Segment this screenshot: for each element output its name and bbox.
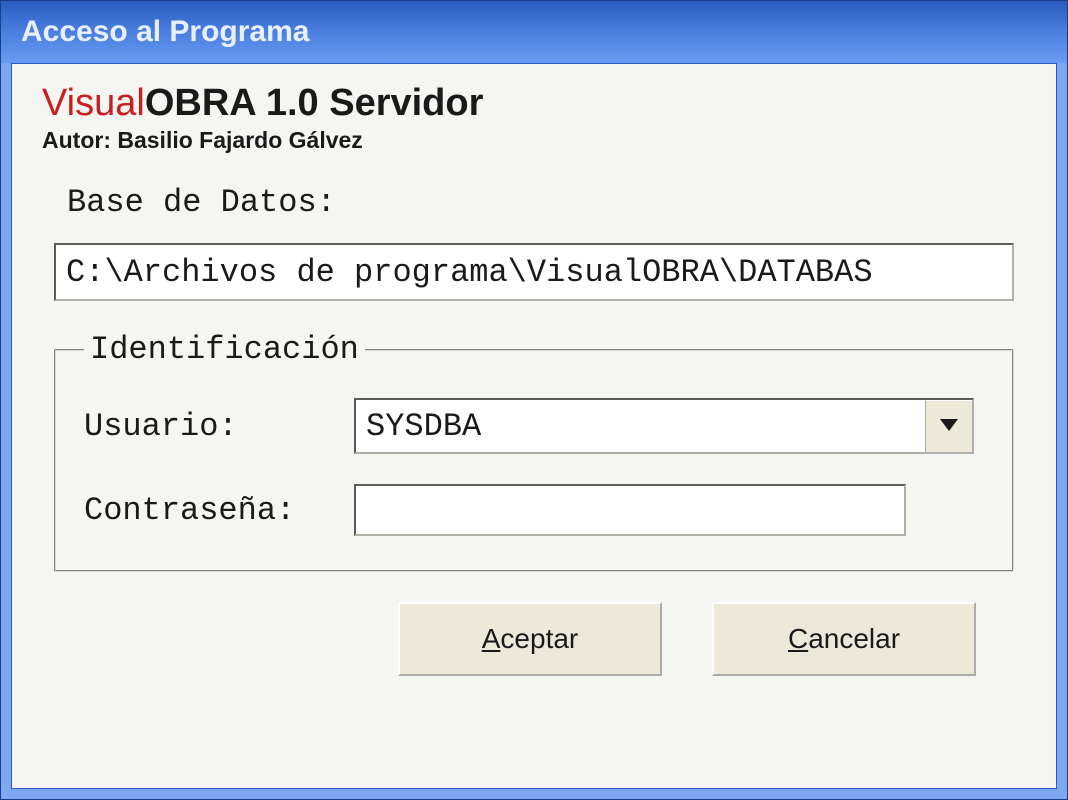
cancel-button[interactable]: Cancelar xyxy=(712,602,976,676)
user-combobox[interactable] xyxy=(354,398,974,454)
user-dropdown-button[interactable] xyxy=(925,400,972,452)
password-row: Contraseña: xyxy=(84,484,984,536)
chevron-down-icon xyxy=(940,418,958,436)
titlebar[interactable]: Acceso al Programa xyxy=(1,1,1067,63)
app-title: VisualOBRA 1.0 Servidor xyxy=(42,82,1026,125)
window-title: Acceso al Programa xyxy=(21,15,309,49)
database-label: Base de Datos: xyxy=(67,184,1026,221)
button-row: Aceptar Cancelar xyxy=(42,602,1026,676)
cancel-mnemonic: C xyxy=(788,623,808,654)
client-area: VisualOBRA 1.0 Servidor Autor: Basilio F… xyxy=(11,63,1057,789)
password-input[interactable] xyxy=(354,484,906,536)
author-label: Autor: Basilio Fajardo Gálvez xyxy=(42,127,1026,154)
accept-button[interactable]: Aceptar xyxy=(398,602,662,676)
user-row: Usuario: xyxy=(84,398,984,454)
identification-fieldset: Identificación Usuario: Contraseña: xyxy=(54,331,1014,572)
app-title-red: Visual xyxy=(42,82,145,124)
identification-legend: Identificación xyxy=(84,331,365,368)
user-label: Usuario: xyxy=(84,408,354,445)
database-input[interactable] xyxy=(54,243,1014,301)
accept-rest: ceptar xyxy=(500,623,578,654)
password-label: Contraseña: xyxy=(84,492,354,529)
login-window: Acceso al Programa VisualOBRA 1.0 Servid… xyxy=(0,0,1068,800)
app-title-rest: OBRA 1.0 Servidor xyxy=(145,82,484,124)
cancel-rest: ancelar xyxy=(808,623,900,654)
accept-mnemonic: A xyxy=(482,623,501,654)
user-input[interactable] xyxy=(356,400,925,452)
